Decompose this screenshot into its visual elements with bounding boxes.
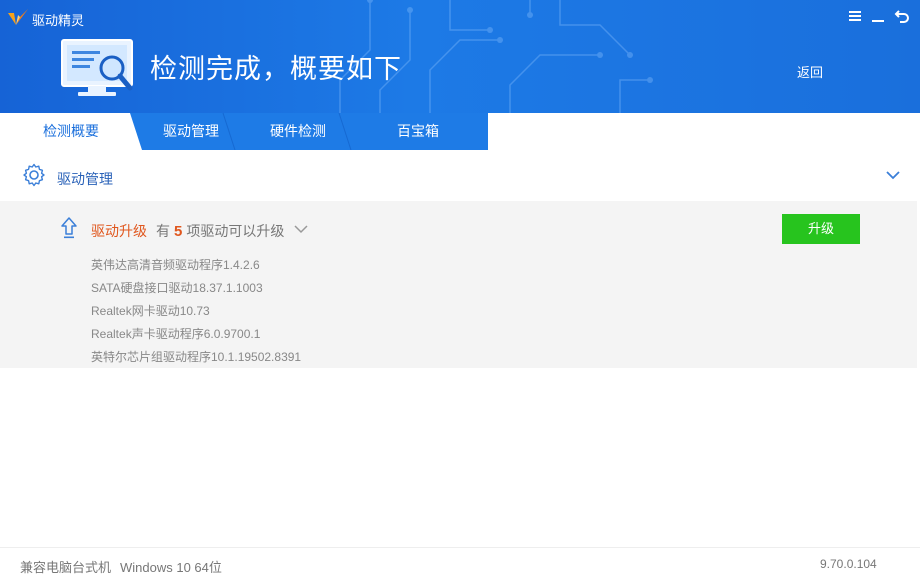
section-header[interactable] [0, 150, 920, 201]
chevron-down-icon[interactable] [884, 168, 902, 182]
exit-button[interactable] [893, 6, 911, 26]
upgrade-count: 5 [174, 223, 183, 240]
page-headline: 检测完成，概要如下 [150, 54, 402, 84]
app-version: 9.70.0.104 [820, 557, 877, 571]
minimize-icon [872, 20, 884, 22]
driver-list-item: SATA硬盘接口驱动18.37.1.1003 [91, 281, 263, 295]
tab-bar: 检测概要 驱动管理 硬件检测 百宝箱 [0, 113, 920, 150]
expand-chevron-icon[interactable] [293, 223, 309, 235]
upgrade-summary: 有 5 项驱动可以升级 [156, 221, 284, 241]
monitor-scan-icon [61, 39, 133, 96]
driver-list-item: Realtek声卡驱动程序6.0.9700.1 [91, 327, 261, 341]
upgrade-arrow-icon [61, 217, 77, 239]
upgrade-summary-suffix: 项驱动可以升级 [186, 223, 285, 239]
section-title: 驱动管理 [57, 171, 113, 187]
driver-list-item: 英伟达高清音频驱动程序1.4.2.6 [91, 258, 260, 272]
menu-button[interactable] [846, 6, 864, 26]
header-banner: 驱动精灵 检测完成，概要如下 返回 [0, 0, 920, 113]
tab-hardware-check[interactable]: 硬件检测 [240, 113, 356, 150]
driver-list-item: 英特尔芯片组驱动程序10.1.19502.8391 [91, 350, 302, 364]
back-arrow-icon [894, 10, 909, 23]
gear-icon [23, 163, 45, 187]
tab-driver-management[interactable]: 驱动管理 [142, 113, 240, 150]
hamburger-menu-icon [849, 11, 861, 21]
upgrade-button[interactable]: 升级 [782, 214, 860, 244]
tab-toolbox[interactable]: 百宝箱 [356, 113, 480, 150]
minimize-button[interactable] [869, 6, 887, 26]
upgrade-title: 驱动升级 [91, 223, 147, 239]
os-version: Windows 10 64位 [120, 560, 222, 575]
app-logo-icon [8, 9, 28, 25]
footer-divider [0, 547, 920, 548]
upgrade-summary-prefix: 有 [156, 223, 170, 239]
driver-list-item: Realtek网卡驱动10.73 [91, 304, 210, 318]
app-title: 驱动精灵 [32, 13, 85, 28]
back-link[interactable]: 返回 [797, 62, 823, 81]
tab-overview[interactable]: 检测概要 [0, 113, 142, 150]
machine-type: 兼容电脑台式机 [20, 560, 112, 575]
